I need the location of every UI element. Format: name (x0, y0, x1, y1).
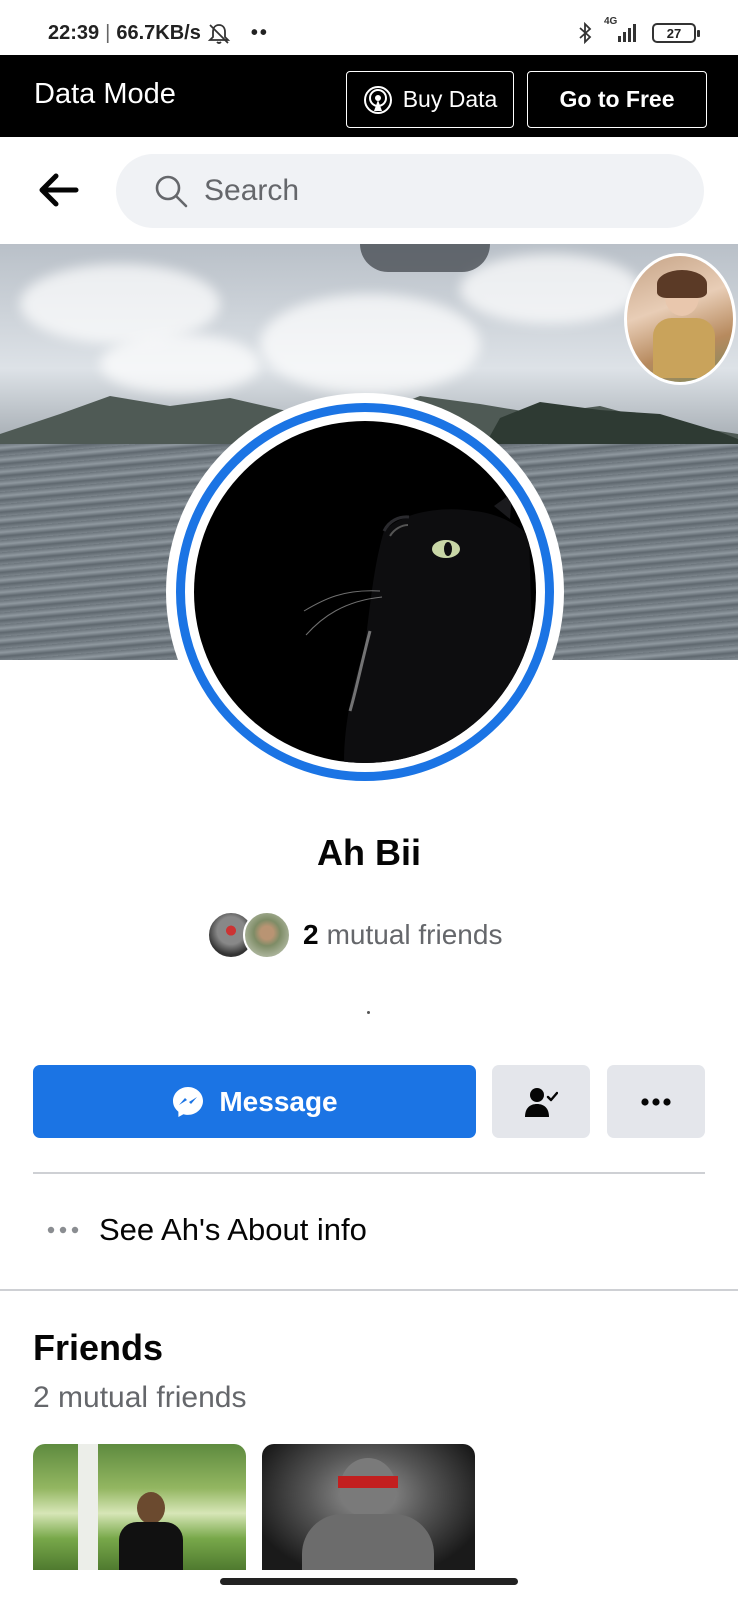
data-mode-bar: Data Mode Buy Data Go to Free (0, 55, 738, 137)
profile-photo (194, 421, 536, 763)
status-right: 4G 27 (578, 16, 700, 44)
see-about-info-label: See Ah's About info (99, 1212, 367, 1247)
bell-muted-icon (207, 23, 231, 44)
person-check-icon (525, 1087, 558, 1117)
mutual-friends-label: mutual friends (326, 919, 503, 950)
friends-section-title: Friends (33, 1327, 164, 1368)
see-about-info-row[interactable]: See Ah's About info (33, 1205, 705, 1255)
profile-picture[interactable] (166, 393, 564, 791)
friend-card[interactable] (33, 1444, 246, 1570)
bluetooth-icon (579, 22, 592, 44)
story-avatar[interactable] (624, 253, 736, 385)
more-options-button[interactable] (607, 1065, 705, 1138)
messenger-icon (173, 1086, 204, 1117)
status-speed: 66.7KB/s (116, 22, 201, 44)
buy-data-button[interactable]: Buy Data (346, 71, 514, 128)
separator-dot (367, 1011, 370, 1014)
battery-level: 27 (666, 25, 682, 41)
friend-status-button[interactable] (492, 1065, 590, 1138)
more-horizontal-icon (47, 1226, 79, 1234)
divider (33, 1172, 705, 1174)
battery-icon: 27 (652, 23, 700, 43)
go-to-free-button[interactable]: Go to Free (527, 71, 707, 128)
message-button[interactable]: Message (33, 1065, 476, 1138)
section-divider (0, 1289, 738, 1291)
search-bar[interactable] (116, 154, 704, 228)
more-dots-icon (641, 1097, 671, 1106)
status-bar: 22:39 | 66.7KB/s •• 4G 27 (0, 0, 738, 55)
mutual-friend-avatar (243, 911, 291, 959)
broadcast-icon (363, 85, 392, 114)
status-more: •• (250, 22, 269, 44)
message-label: Message (219, 1085, 338, 1117)
back-arrow-icon[interactable] (36, 172, 80, 208)
buy-data-label: Buy Data (402, 86, 498, 112)
search-icon (155, 175, 188, 208)
status-time: 22:39 (48, 22, 100, 44)
mutual-friends-summary[interactable]: 2 mutual friends (207, 910, 502, 960)
network-type: 4G (604, 16, 618, 27)
search-input[interactable] (204, 168, 664, 214)
profile-name: Ah Bii (317, 832, 421, 873)
signal-icon: 4G (604, 16, 640, 44)
status-left: 22:39 | 66.7KB/s •• (48, 22, 269, 45)
data-mode-title: Data Mode (34, 78, 176, 110)
status-separator: | (105, 22, 111, 44)
home-indicator[interactable] (220, 1578, 518, 1585)
mutual-friends-text: 2 mutual friends (303, 919, 502, 951)
friends-section-subtitle: 2 mutual friends (33, 1381, 247, 1414)
friend-card[interactable] (262, 1444, 475, 1570)
go-to-free-label: Go to Free (559, 86, 675, 112)
cat-silhouette-image (303, 493, 536, 763)
mutual-friends-count: 2 (303, 919, 319, 950)
